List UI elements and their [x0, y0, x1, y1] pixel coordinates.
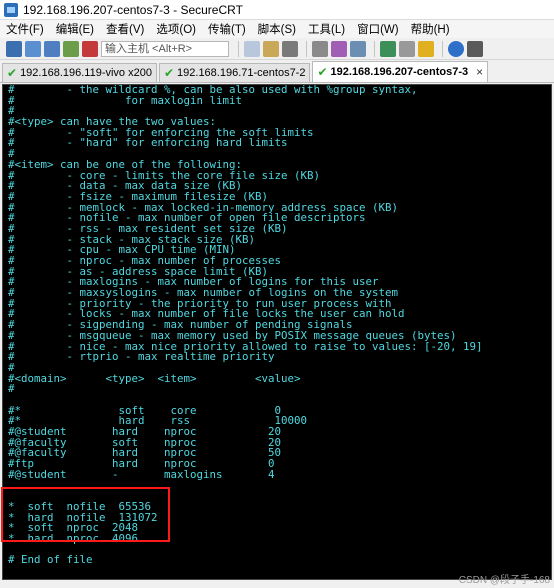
menu-file[interactable]: 文件(F) — [6, 21, 44, 37]
terminal-line: # for maxlogin limit — [8, 93, 243, 107]
quick-connect-icon[interactable] — [25, 40, 41, 57]
menu-tools[interactable]: 工具(L) — [308, 21, 345, 37]
tab-close-icon[interactable]: × — [476, 65, 483, 79]
terminal-line: # — [8, 382, 15, 396]
disconnect-icon[interactable] — [82, 40, 98, 57]
window-title: 192.168.196.207-centos7-3 - SecureCRT — [23, 2, 243, 17]
connect-in-tab-icon[interactable] — [44, 40, 60, 57]
securecrt-app-icon — [4, 2, 18, 17]
connect-icon[interactable] — [6, 40, 22, 57]
watermark: CSDN @段子手-168 — [458, 575, 550, 586]
tip-icon[interactable] — [418, 40, 434, 57]
connected-check-icon: ✔ — [7, 66, 18, 80]
toolbar-separator — [374, 40, 375, 57]
print-icon[interactable] — [312, 40, 328, 57]
title-bar: 192.168.196.207-centos7-3 - SecureCRT — [0, 0, 554, 20]
menu-edit[interactable]: 编辑(E) — [56, 21, 94, 37]
terminal-line: # - "hard" for enforcing hard limits — [8, 136, 288, 150]
toolbar-separator — [306, 40, 307, 57]
terminal-line: # End of file — [8, 553, 93, 567]
tab-session-71[interactable]: ✔ 192.168.196.71-centos7-2 — [158, 63, 311, 82]
menu-help[interactable]: 帮助(H) — [411, 21, 450, 37]
menu-bar: 文件(F) 编辑(E) 查看(V) 选项(O) 传输(T) 脚本(S) 工具(L… — [0, 20, 554, 38]
help-icon[interactable] — [448, 40, 464, 57]
terminal-line: #@student - maxlogins 4 — [8, 467, 275, 481]
tab-label: 192.168.196.207-centos7-3 — [330, 66, 469, 78]
find-icon[interactable] — [282, 40, 298, 57]
toolbar: 输入主机 <Alt+R> — [0, 38, 554, 60]
highlight-annotation-box — [1, 487, 170, 542]
toolbar-separator — [238, 40, 239, 57]
global-options-icon[interactable] — [350, 40, 366, 57]
tab-label: 192.168.196.119-vivo x200 — [20, 67, 152, 79]
menu-window[interactable]: 窗口(W) — [357, 21, 399, 37]
quick-connect-input[interactable]: 输入主机 <Alt+R> — [101, 40, 229, 57]
terminal-line: # - rtprio - max realtime priority — [8, 350, 275, 364]
terminal-line: #<domain> <type> <item> <value> — [8, 371, 301, 385]
menu-script[interactable]: 脚本(S) — [258, 21, 296, 37]
reconnect-icon[interactable] — [63, 40, 79, 57]
keymap-icon[interactable] — [399, 40, 415, 57]
toolbar-separator — [442, 40, 443, 57]
sftp-icon[interactable] — [380, 40, 396, 57]
copy-icon[interactable] — [244, 40, 260, 57]
menu-transfer[interactable]: 传输(T) — [208, 21, 246, 37]
paste-icon[interactable] — [263, 40, 279, 57]
menu-view[interactable]: 查看(V) — [106, 21, 144, 37]
tab-label: 192.168.196.71-centos7-2 — [177, 67, 306, 79]
session-options-icon[interactable] — [331, 40, 347, 57]
menu-options[interactable]: 选项(O) — [156, 21, 196, 37]
session-tab-bar: ✔ 192.168.196.119-vivo x200 ✔ 192.168.19… — [0, 61, 554, 83]
connected-check-icon: ✔ — [317, 65, 328, 79]
tab-session-119[interactable]: ✔ 192.168.196.119-vivo x200 — [2, 63, 157, 82]
screen-icon[interactable] — [467, 40, 483, 57]
tab-session-207[interactable]: ✔ 192.168.196.207-centos7-3 × — [312, 61, 489, 82]
connected-check-icon: ✔ — [163, 66, 175, 80]
